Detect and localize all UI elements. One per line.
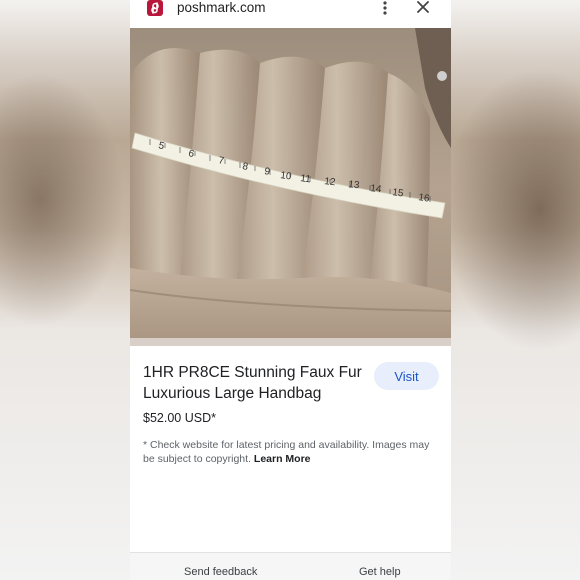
product-image[interactable]: 5 6 7 8 9 10 11 12 13 14 15 16 bbox=[130, 28, 451, 346]
browser-header: poshmark.com bbox=[130, 0, 451, 28]
tape-number: 16 bbox=[418, 192, 431, 205]
copyright-disclaimer: * Check website for latest pricing and a… bbox=[143, 438, 443, 466]
tape-number: 14 bbox=[370, 183, 383, 195]
tape-number: 13 bbox=[348, 179, 361, 191]
learn-more-link[interactable]: Learn More bbox=[254, 453, 311, 465]
poshmark-logo-icon[interactable] bbox=[147, 0, 163, 16]
more-vert-icon[interactable] bbox=[380, 0, 390, 16]
site-domain[interactable]: poshmark.com bbox=[177, 0, 266, 16]
tape-number: 10 bbox=[280, 170, 293, 183]
image-preview-panel: poshmark.com 5 6 7 8 9 10 11 13 14 15 16… bbox=[130, 0, 451, 580]
tape-number: 15 bbox=[392, 187, 405, 200]
visit-button[interactable]: Visit bbox=[374, 362, 439, 390]
close-icon[interactable] bbox=[415, 0, 431, 16]
footer-bar: Send feedback Get help bbox=[130, 552, 451, 580]
send-feedback-link[interactable]: Send feedback bbox=[184, 566, 257, 578]
faux-fur-handbag-photo: 5 6 7 8 9 10 11 12 13 14 15 16 bbox=[130, 28, 451, 346]
product-price: $52.00 USD* bbox=[143, 411, 216, 425]
product-title[interactable]: 1HR PR8CE Stunning Faux Fur Luxurious La… bbox=[143, 362, 368, 404]
poshmark-logo-glyph bbox=[151, 2, 159, 14]
get-help-link[interactable]: Get help bbox=[359, 566, 401, 578]
